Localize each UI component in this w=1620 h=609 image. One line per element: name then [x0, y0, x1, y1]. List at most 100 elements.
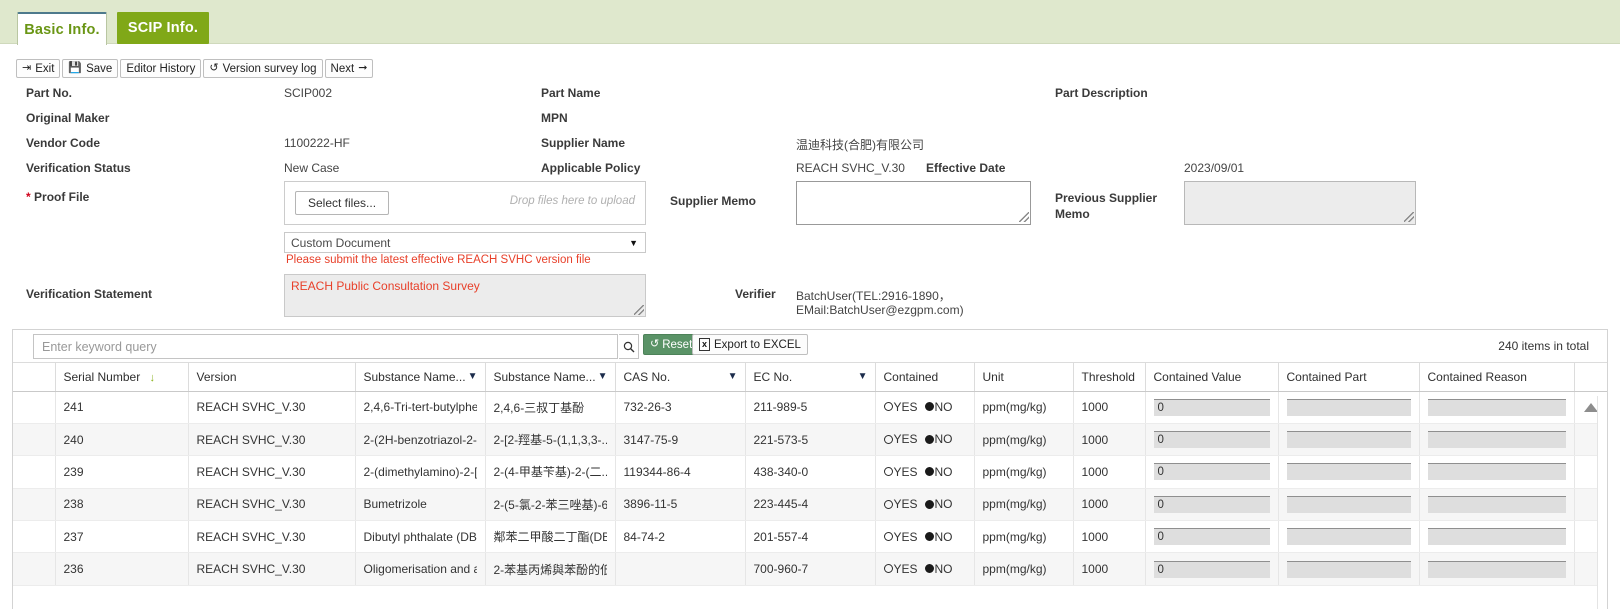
search-button[interactable]: [619, 334, 639, 359]
cell-contained-part[interactable]: [1278, 423, 1420, 457]
select-files-button[interactable]: Select files...: [295, 191, 390, 215]
contained-reason-input[interactable]: [1427, 560, 1566, 578]
cell-contained[interactable]: YES NO: [875, 520, 975, 554]
cell-contained-reason[interactable]: [1419, 488, 1575, 522]
cell-contained[interactable]: YES NO: [875, 488, 975, 522]
cell-contained-value[interactable]: [1145, 391, 1279, 424]
col-header-unit[interactable]: Unit: [974, 363, 1074, 392]
filter-funnel-icon[interactable]: ▼: [728, 371, 738, 382]
contained-part-input[interactable]: [1286, 560, 1411, 578]
supplier-memo-textarea[interactable]: [796, 181, 1031, 225]
cell-contained-reason[interactable]: [1419, 455, 1575, 489]
export-to-excel-button[interactable]: x Export to EXCEL: [692, 334, 808, 355]
row-select-cell[interactable]: [13, 455, 56, 489]
exit-button[interactable]: ⇥ Exit: [16, 59, 61, 78]
cell-contained-value[interactable]: [1145, 552, 1279, 586]
cell-contained-reason[interactable]: [1419, 552, 1575, 586]
contained-reason-input[interactable]: [1427, 398, 1566, 416]
radio-yes[interactable]: [883, 467, 893, 477]
filter-funnel-icon[interactable]: ▼: [598, 371, 608, 382]
contained-reason-input[interactable]: [1427, 463, 1566, 481]
contained-value-input[interactable]: [1153, 398, 1270, 416]
cell-contained-value[interactable]: [1145, 488, 1279, 522]
col-header-version[interactable]: Version: [188, 363, 356, 392]
proof-file-dropzone[interactable]: Select files... Drop files here to uploa…: [284, 181, 646, 225]
radio-yes[interactable]: [883, 564, 893, 574]
col-header-contained-reason[interactable]: Contained Reason: [1419, 363, 1575, 392]
col-header-ec-no[interactable]: EC No. ▼: [745, 363, 876, 392]
editor-history-button[interactable]: Editor History: [120, 59, 202, 78]
row-select-cell[interactable]: [13, 520, 56, 554]
filter-funnel-icon[interactable]: ▼: [468, 371, 478, 382]
scroll-up-button[interactable]: [1584, 403, 1598, 412]
col-header-serial-number[interactable]: Serial Number ↓: [55, 363, 189, 392]
cell-contained-part[interactable]: [1278, 391, 1420, 424]
table-row[interactable]: 238 REACH SVHC_V.30 Bumetrizole 2-(5-氯-2-苯三…: [13, 488, 1607, 522]
contained-part-input[interactable]: [1286, 431, 1411, 449]
radio-no[interactable]: [924, 532, 934, 541]
radio-no[interactable]: [924, 499, 934, 509]
table-row[interactable]: 239 REACH SVHC_V.30 2-(dimethylamino)-2-[(…: [13, 455, 1607, 489]
version-survey-log-button[interactable]: ↺ Version survey log: [203, 59, 323, 78]
radio-yes[interactable]: [883, 434, 893, 444]
contained-radio-group[interactable]: YES NO: [883, 465, 953, 479]
radio-yes[interactable]: [883, 402, 893, 412]
cell-contained-reason[interactable]: [1419, 391, 1575, 424]
row-select-cell[interactable]: [13, 488, 56, 522]
radio-no[interactable]: [924, 564, 934, 574]
search-input[interactable]: [33, 334, 618, 359]
cell-contained-part[interactable]: [1278, 520, 1420, 554]
col-header-substance-name-en[interactable]: Substance Name... ▼: [355, 363, 486, 392]
vertical-scrollbar[interactable]: [1597, 396, 1607, 609]
cell-contained[interactable]: YES NO: [875, 391, 975, 424]
radio-no[interactable]: [924, 467, 934, 477]
contained-value-input[interactable]: [1153, 528, 1270, 546]
col-header-contained-part[interactable]: Contained Part: [1278, 363, 1420, 392]
contained-part-input[interactable]: [1286, 398, 1411, 416]
col-header-cas-no[interactable]: CAS No. ▼: [615, 363, 746, 392]
cell-contained-part[interactable]: [1278, 552, 1420, 586]
col-header-threshold[interactable]: Threshold: [1073, 363, 1146, 392]
contained-part-input[interactable]: [1286, 463, 1411, 481]
radio-no[interactable]: [924, 402, 934, 412]
sort-descending-icon[interactable]: ↓: [150, 372, 156, 384]
contained-radio-group[interactable]: YES NO: [883, 432, 953, 446]
contained-part-input[interactable]: [1286, 495, 1411, 513]
cell-contained-value[interactable]: [1145, 423, 1279, 457]
table-row[interactable]: 237 REACH SVHC_V.30 Dibutyl phthalate (DBP…: [13, 520, 1607, 554]
contained-reason-input[interactable]: [1427, 495, 1566, 513]
document-type-select[interactable]: Custom Document ▼: [284, 232, 646, 253]
cell-contained[interactable]: YES NO: [875, 455, 975, 489]
contained-reason-input[interactable]: [1427, 431, 1566, 449]
contained-value-input[interactable]: [1153, 495, 1270, 513]
cell-contained-value[interactable]: [1145, 455, 1279, 489]
cell-contained-reason[interactable]: [1419, 423, 1575, 457]
row-select-cell[interactable]: [13, 423, 56, 457]
contained-radio-group[interactable]: YES NO: [883, 400, 953, 414]
tab-basic-info[interactable]: Basic Info.: [17, 12, 107, 45]
contained-value-input[interactable]: [1153, 463, 1270, 481]
col-header-contained-value[interactable]: Contained Value: [1145, 363, 1279, 392]
save-button[interactable]: 💾 Save: [62, 59, 119, 78]
reset-button[interactable]: ↺ Reset: [643, 334, 700, 355]
cell-contained-part[interactable]: [1278, 488, 1420, 522]
next-button[interactable]: Next ➞: [324, 59, 374, 78]
table-row[interactable]: 236 REACH SVHC_V.30 Oligomerisation and al…: [13, 552, 1607, 586]
contained-part-input[interactable]: [1286, 528, 1411, 546]
contained-radio-group[interactable]: YES NO: [883, 497, 953, 511]
cell-contained-part[interactable]: [1278, 455, 1420, 489]
contained-radio-group[interactable]: YES NO: [883, 530, 953, 544]
radio-yes[interactable]: [883, 532, 893, 541]
cell-contained-value[interactable]: [1145, 520, 1279, 554]
row-select-cell[interactable]: [13, 391, 56, 424]
contained-reason-input[interactable]: [1427, 528, 1566, 546]
tab-scip-info[interactable]: SCIP Info.: [117, 12, 209, 44]
contained-value-input[interactable]: [1153, 431, 1270, 449]
cell-contained[interactable]: YES NO: [875, 423, 975, 457]
cell-contained[interactable]: YES NO: [875, 552, 975, 586]
filter-funnel-icon[interactable]: ▼: [858, 371, 868, 382]
radio-no[interactable]: [924, 434, 934, 444]
col-header-contained[interactable]: Contained: [875, 363, 975, 392]
table-row[interactable]: 240 REACH SVHC_V.30 2-(2H-benzotriazol-2-y…: [13, 423, 1607, 457]
table-row[interactable]: 241 REACH SVHC_V.30 2,4,6-Tri-tert-butylph…: [13, 391, 1607, 424]
